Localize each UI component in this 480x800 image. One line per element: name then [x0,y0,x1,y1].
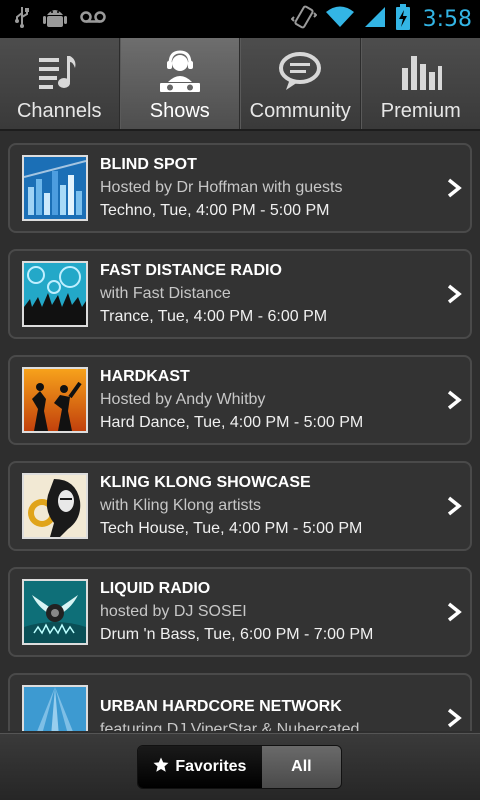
show-schedule: Hard Dance, Tue, 4:00 PM - 5:00 PM [100,414,364,431]
tab-label: Channels [16,100,102,122]
show-host: with Fast Distance [100,285,231,302]
list-item[interactable]: HARDKAST Hosted by Andy Whitby Hard Danc… [8,355,472,445]
tab-shows[interactable]: Shows [119,38,240,129]
shows-list: BLIND SPOT Hosted by Dr Hoffman with gue… [0,133,480,731]
show-host: hosted by DJ SOSEI [100,603,247,620]
chevron-right-icon [446,602,462,622]
status-bar: 3:58 [0,0,480,38]
chevron-right-icon [446,390,462,410]
battery-charging-icon [395,4,411,34]
show-schedule: Techno, Tue, 4:00 PM - 5:00 PM [100,202,330,219]
list-item[interactable]: KLING KLONG SHOWCASE with Kling Klong ar… [8,461,472,551]
show-host: with Kling Klong artists [100,497,261,514]
favorites-button[interactable]: Favorites [138,746,262,788]
show-schedule: Drum 'n Bass, Tue, 6:00 PM - 7:00 PM [100,626,374,643]
list-item[interactable]: LIQUID RADIO hosted by DJ SOSEI Drum 'n … [8,567,472,657]
chevron-right-icon [446,496,462,516]
app-root: 3:58 Channels Shows Community Premium BL… [0,0,480,800]
chevron-right-icon [446,284,462,304]
show-thumbnail [22,685,88,731]
show-title: KLING KLONG SHOWCASE [100,474,311,491]
status-clock: 3:58 [422,6,472,32]
show-title: LIQUID RADIO [100,580,211,597]
chevron-right-icon [446,708,462,728]
vibrate-icon [290,4,318,34]
show-host: Hosted by Dr Hoffman with guests [100,179,343,196]
all-button[interactable]: All [261,746,341,788]
usb-icon [14,5,30,33]
show-thumbnail [22,473,88,539]
tab-bar: Channels Shows Community Premium [0,38,480,131]
bottom-bar: Favorites All [0,733,480,800]
tab-community[interactable]: Community [240,38,361,129]
favorites-label: Favorites [175,758,247,775]
list-item[interactable]: FAST DISTANCE RADIO with Fast Distance T… [8,249,472,339]
show-thumbnail [22,367,88,433]
list-item[interactable]: BLIND SPOT Hosted by Dr Hoffman with gue… [8,143,472,233]
favorites-all-toggle: Favorites All [137,745,342,789]
tab-premium[interactable]: Premium [360,38,480,129]
show-title: HARDKAST [100,368,190,385]
show-schedule: Tech House, Tue, 4:00 PM - 5:00 PM [100,520,363,537]
voicemail-icon [80,9,106,29]
list-item[interactable]: URBAN HARDCORE NETWORK featuring DJ Vipe… [8,673,472,731]
show-schedule: Trance, Tue, 4:00 PM - 6:00 PM [100,308,328,325]
show-thumbnail [22,261,88,327]
show-title: URBAN HARDCORE NETWORK [100,697,342,715]
show-host: featuring DJ ViperStar & Nubercated [100,720,360,732]
tab-label: Community [249,100,351,122]
chat-bubble-icon [276,48,324,96]
tab-channels[interactable]: Channels [0,38,120,129]
tab-label: Premium [380,100,461,122]
all-label: All [291,758,312,775]
signal-icon [363,5,387,33]
android-debug-icon [42,5,68,33]
star-icon [153,757,169,778]
equalizer-icon [397,48,445,96]
show-thumbnail [22,155,88,221]
tab-label: Shows [149,100,210,122]
show-title: FAST DISTANCE RADIO [100,262,282,279]
chevron-right-icon [446,178,462,198]
wifi-icon [325,5,355,33]
music-list-icon [35,48,83,96]
show-host: Hosted by Andy Whitby [100,391,266,408]
dj-icon [156,48,204,96]
show-title: BLIND SPOT [100,156,197,173]
show-thumbnail [22,579,88,645]
